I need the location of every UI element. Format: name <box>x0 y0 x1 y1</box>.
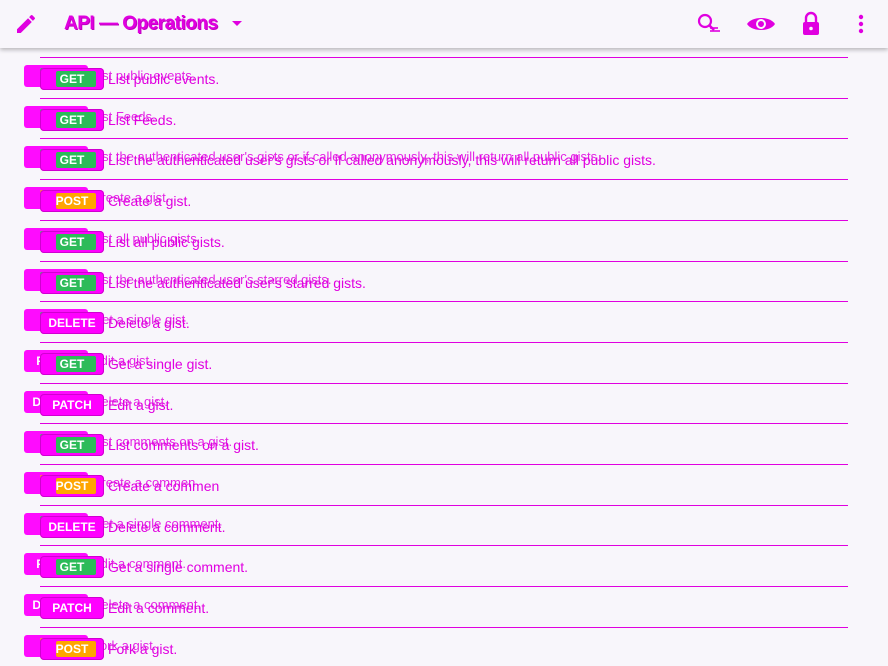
operation-summary[interactable]: Delete a gist. <box>108 315 190 331</box>
method-label: POST <box>55 641 89 656</box>
search-icon[interactable] <box>696 12 722 36</box>
method-badge[interactable]: GET <box>40 68 104 90</box>
eye-icon[interactable] <box>746 12 776 36</box>
row-divider <box>40 382 848 384</box>
method-label: GET <box>59 275 85 290</box>
row-divider <box>40 179 848 181</box>
lock-icon[interactable] <box>799 11 823 37</box>
row-divider <box>40 423 848 425</box>
method-label: GET <box>59 153 85 168</box>
operation-summary[interactable]: Fork a gist. <box>108 641 177 657</box>
method-badge[interactable]: GET <box>40 434 104 457</box>
method-label: GET <box>59 234 85 249</box>
method-badge[interactable]: GET <box>40 271 104 294</box>
method-badge[interactable]: DELETE <box>40 312 104 335</box>
row-divider <box>40 57 848 58</box>
method-label: POST <box>55 194 89 209</box>
app-bar: API — Operations <box>0 0 888 48</box>
operation-summary[interactable]: Delete a comment. <box>108 519 226 535</box>
method-badge[interactable]: GET <box>40 108 104 131</box>
operation-summary[interactable]: Create a gist. <box>108 193 191 209</box>
row-divider <box>40 138 848 140</box>
row-divider <box>40 97 848 99</box>
method-badge[interactable]: PATCH <box>40 597 104 620</box>
operation-summary[interactable]: List Feeds. <box>108 112 176 128</box>
row-divider <box>40 341 848 343</box>
operation-summary[interactable]: List the authenticated user's starred gi… <box>108 275 366 291</box>
method-label: GET <box>59 72 85 86</box>
method-label: PATCH <box>52 397 92 412</box>
method-badge[interactable]: POST <box>40 637 104 660</box>
operation-summary[interactable]: Edit a comment. <box>108 600 209 616</box>
method-label: PATCH <box>52 601 92 616</box>
operation-summary[interactable]: Edit a gist. <box>108 397 173 413</box>
method-badge[interactable]: POST <box>40 475 104 497</box>
operation-summary[interactable]: List the authenticated user's gists or i… <box>108 152 656 168</box>
operation-summary[interactable]: List public events. <box>108 71 219 87</box>
row-divider <box>40 301 848 303</box>
operation-summary[interactable]: Get a single gist. <box>108 356 212 372</box>
method-label: GET <box>59 438 85 453</box>
more-vert-icon[interactable] <box>850 12 872 36</box>
row-divider <box>40 219 848 221</box>
row-divider <box>40 464 848 465</box>
chevron-down-icon[interactable] <box>230 16 244 30</box>
method-badge[interactable]: GET <box>40 230 104 253</box>
row-divider <box>40 586 848 588</box>
method-label: DELETE <box>48 316 96 331</box>
method-label: GET <box>59 112 85 127</box>
method-badge[interactable]: GET <box>40 352 104 375</box>
row-divider <box>40 260 848 262</box>
row-divider <box>40 504 848 506</box>
method-label: POST <box>55 479 89 493</box>
method-badge[interactable]: GET <box>40 556 104 579</box>
method-badge[interactable]: GET <box>40 149 104 172</box>
method-badge[interactable]: DELETE <box>40 515 104 538</box>
method-badge[interactable]: PATCH <box>40 393 104 416</box>
operations-list: GETList public events.GETList public eve… <box>0 0 888 666</box>
row-divider <box>40 626 848 628</box>
row-divider <box>40 545 848 547</box>
operation-summary[interactable]: List all public gists. <box>108 234 225 250</box>
method-label: GET <box>59 560 85 575</box>
method-label: DELETE <box>48 519 96 534</box>
method-label: GET <box>59 356 85 371</box>
page-title[interactable]: API — Operations <box>64 13 218 35</box>
method-badge[interactable]: POST <box>40 190 104 213</box>
operation-summary[interactable]: Create a commen <box>108 478 219 494</box>
operation-summary[interactable]: Get a single comment. <box>108 559 248 575</box>
operation-summary[interactable]: List comments on a gist. <box>108 437 259 453</box>
edit-icon[interactable] <box>14 12 38 36</box>
